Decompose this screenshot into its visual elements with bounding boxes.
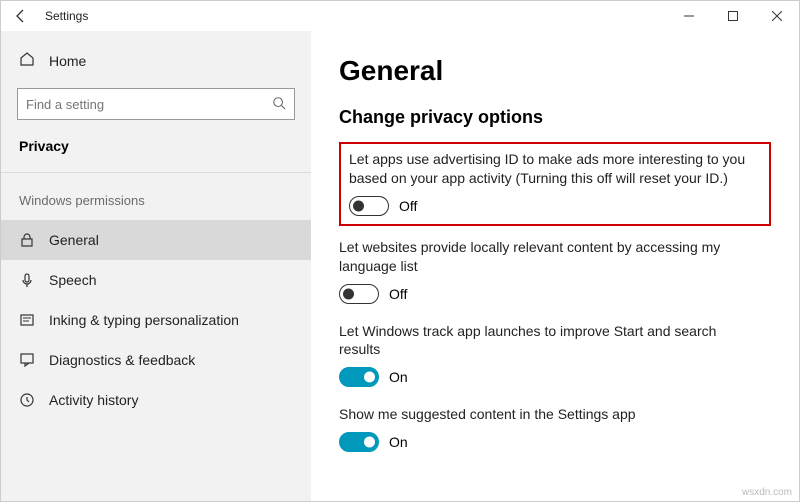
- toggle-app-launches[interactable]: [339, 367, 379, 387]
- toggle-state: On: [389, 434, 408, 450]
- sidebar-item-label: Inking & typing personalization: [49, 312, 239, 328]
- sidebar-item-speech[interactable]: Speech: [1, 260, 311, 300]
- category-heading: Privacy: [1, 130, 311, 166]
- inking-icon: [19, 312, 35, 328]
- option-desc: Show me suggested content in the Setting…: [339, 405, 759, 424]
- close-button[interactable]: [755, 1, 799, 31]
- option-desc: Let websites provide locally relevant co…: [339, 238, 759, 276]
- option-desc: Let apps use advertising ID to make ads …: [349, 150, 761, 188]
- toggle-advertising-id[interactable]: [349, 196, 389, 216]
- toggle-suggested-content[interactable]: [339, 432, 379, 452]
- home-label: Home: [49, 53, 86, 69]
- sidebar-item-label: Activity history: [49, 392, 138, 408]
- search-box[interactable]: [17, 88, 295, 120]
- titlebar: Settings: [1, 1, 799, 31]
- toggle-state: Off: [389, 286, 407, 302]
- search-icon: [272, 96, 286, 113]
- feedback-icon: [19, 352, 35, 368]
- sidebar-item-diagnostics[interactable]: Diagnostics & feedback: [1, 340, 311, 380]
- home-icon: [19, 51, 35, 70]
- page-title: General: [339, 55, 771, 87]
- option-app-launches: Let Windows track app launches to improv…: [339, 322, 771, 388]
- option-desc: Let Windows track app launches to improv…: [339, 322, 759, 360]
- history-icon: [19, 392, 35, 408]
- sidebar: Home Privacy Windows permissions General…: [1, 31, 311, 501]
- main-panel: General Change privacy options Let apps …: [311, 31, 799, 501]
- section-label: Windows permissions: [1, 187, 311, 220]
- toggle-state: Off: [399, 198, 417, 214]
- sidebar-item-label: Diagnostics & feedback: [49, 352, 195, 368]
- home-nav[interactable]: Home: [1, 41, 311, 80]
- watermark: wsxdn.com: [742, 487, 792, 498]
- sidebar-item-label: General: [49, 232, 99, 248]
- sidebar-item-activity[interactable]: Activity history: [1, 380, 311, 420]
- window-title: Settings: [41, 9, 88, 23]
- toggle-language-list[interactable]: [339, 284, 379, 304]
- lock-icon: [19, 232, 35, 248]
- toggle-state: On: [389, 369, 408, 385]
- sidebar-item-inking[interactable]: Inking & typing personalization: [1, 300, 311, 340]
- divider: [1, 172, 311, 173]
- search-input[interactable]: [26, 97, 272, 112]
- section-title: Change privacy options: [339, 107, 771, 128]
- sidebar-item-general[interactable]: General: [1, 220, 311, 260]
- back-button[interactable]: [1, 8, 41, 24]
- maximize-button[interactable]: [711, 1, 755, 31]
- option-language-list: Let websites provide locally relevant co…: [339, 238, 771, 304]
- option-advertising-id: Let apps use advertising ID to make ads …: [339, 142, 771, 226]
- minimize-button[interactable]: [667, 1, 711, 31]
- option-suggested-content: Show me suggested content in the Setting…: [339, 405, 771, 452]
- sidebar-item-label: Speech: [49, 272, 96, 288]
- speech-icon: [19, 272, 35, 288]
